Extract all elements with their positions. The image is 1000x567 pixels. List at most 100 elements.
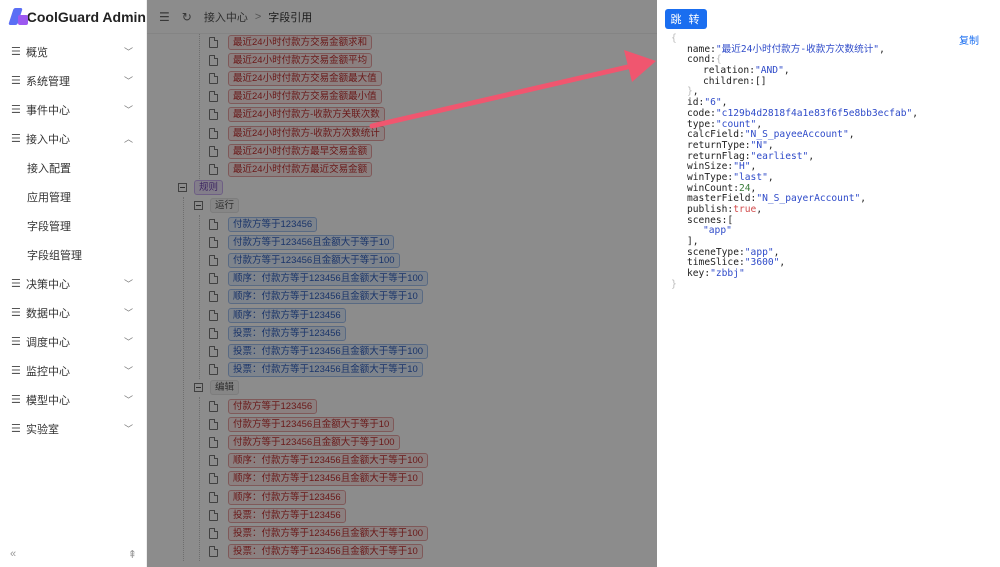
tree-leaf[interactable]: 投票：付款方等于123456 — [209, 506, 346, 524]
sidebar-subitem[interactable]: 字段管理 — [0, 211, 146, 240]
field-tag[interactable]: 最近24小时付款方最近交易金额 — [228, 161, 373, 177]
sidebar-item[interactable]: ☰ 实验室 ﹀ — [0, 414, 146, 443]
field-tag[interactable]: 付款方等于123456且金额大于等于10 — [228, 416, 395, 432]
field-tag[interactable]: 顺序：付款方等于123456且金额大于等于10 — [228, 289, 423, 305]
sidebar-item[interactable]: ☰ 调度中心 ﹀ — [0, 327, 146, 356]
tree-leaf[interactable]: 顺序：付款方等于123456且金额大于等于10 — [209, 470, 423, 488]
sidebar-item[interactable]: ☰ 模型中心 ﹀ — [0, 385, 146, 414]
tree-leaf[interactable]: 最近24小时付款方-收款方次数统计 — [209, 124, 385, 142]
tree-group[interactable]: 运行 — [194, 197, 240, 215]
tree-group[interactable]: 规则 — [178, 179, 224, 197]
tree-leaf[interactable]: 付款方等于123456且金额大于等于100 — [209, 251, 400, 269]
tree-leaf[interactable]: 顺序：付款方等于123456且金额大于等于100 — [209, 270, 429, 288]
chevron-down-icon: ﹀ — [123, 395, 133, 405]
sidebar-menu: ☰ 概览 ﹀ ☰ 系统管理 ﹀ ☰ 事件中心 ﹀ ☰ 接入中心 ︿ 接入配置 应用管理 字段管理 字段组管理 ☰… — [0, 37, 146, 443]
tree-leaf[interactable]: 最近24小时付款方最早交易金额 — [209, 142, 373, 160]
copy-link[interactable]: 复制 — [959, 32, 979, 47]
collapse-sidebar-icon[interactable]: « — [10, 548, 16, 561]
collapse-icon[interactable] — [194, 383, 203, 393]
tree-leaf[interactable]: 最近24小时付款方交易金额求和 — [209, 34, 373, 51]
collapse-icon[interactable] — [178, 183, 187, 193]
tree-leaf[interactable]: 付款方等于123456 — [209, 215, 318, 233]
breadcrumb-item[interactable]: 接入中心 — [204, 9, 248, 25]
field-tag[interactable]: 投票：付款方等于123456 — [228, 507, 346, 523]
jump-button[interactable]: 跳 转 — [665, 9, 707, 29]
field-tag[interactable]: 最近24小时付款方交易金额最小值 — [228, 89, 382, 105]
json-brace: } — [671, 278, 677, 290]
tree-leaf[interactable]: 投票：付款方等于123456且金额大于等于100 — [209, 524, 429, 542]
field-tag[interactable]: 付款方等于123456且金额大于等于10 — [228, 234, 395, 250]
sidebar-item[interactable]: ☰ 决策中心 ﹀ — [0, 269, 146, 298]
json-key: returnType: — [687, 139, 751, 151]
field-tag[interactable]: 顺序：付款方等于123456且金额大于等于100 — [228, 453, 429, 469]
tree-guide-line — [199, 215, 200, 379]
field-tag[interactable]: 付款方等于123456 — [228, 398, 318, 414]
app-title: CoolGuard Admin — [26, 9, 146, 25]
json-key: returnFlag: — [687, 150, 751, 162]
tree-leaf[interactable]: 最近24小时付款方交易金额最大值 — [209, 69, 382, 87]
file-icon — [209, 72, 218, 84]
file-icon — [209, 236, 218, 248]
sidebar-item[interactable]: ☰ 数据中心 ﹀ — [0, 298, 146, 327]
field-tag[interactable]: 顺序：付款方等于123456且金额大于等于10 — [228, 471, 423, 487]
sidebar-subitem[interactable]: 应用管理 — [0, 182, 146, 211]
sidebar-subitem[interactable]: 字段组管理 — [0, 240, 146, 269]
tree-leaf[interactable]: 投票：付款方等于123456 — [209, 324, 346, 342]
sidebar-item[interactable]: ☰ 事件中心 ﹀ — [0, 95, 146, 124]
tree-leaf[interactable]: 顺序：付款方等于123456且金额大于等于10 — [209, 288, 423, 306]
tree-leaf[interactable]: 投票：付款方等于123456且金额大于等于10 — [209, 361, 423, 379]
file-icon — [209, 473, 218, 485]
tree-leaf[interactable]: 投票：付款方等于123456且金额大于等于100 — [209, 342, 429, 360]
json-boolean: true — [733, 204, 757, 215]
menu-toggle-icon[interactable]: ☰ — [159, 10, 170, 24]
field-tag[interactable]: 最近24小时付款方最早交易金额 — [228, 143, 373, 159]
tree-leaf[interactable]: 顺序：付款方等于123456且金额大于等于100 — [209, 452, 429, 470]
logo[interactable]: CoolGuard Admin — [0, 0, 146, 34]
tree-leaf[interactable]: 付款方等于123456且金额大于等于100 — [209, 433, 400, 451]
tree-group[interactable]: 编辑 — [194, 379, 240, 397]
top-header: ☰ ↻ 接入中心 > 字段引用 — [147, 0, 657, 34]
sidebar-item[interactable]: ☰ 概览 ﹀ — [0, 37, 146, 66]
tree-leaf[interactable]: 投票：付款方等于123456且金额大于等于10 — [209, 543, 423, 561]
sidebar-item[interactable]: ☰ 监控中心 ﹀ — [0, 356, 146, 385]
sidebar-item[interactable]: ☰ 系统管理 ﹀ — [0, 66, 146, 95]
collapse-icon[interactable] — [194, 201, 203, 211]
field-tag[interactable]: 投票：付款方等于123456且金额大于等于10 — [228, 362, 423, 378]
field-tag[interactable]: 付款方等于123456 — [228, 216, 318, 232]
field-tag[interactable]: 最近24小时付款方-收款方关联次数 — [228, 107, 385, 123]
field-tag[interactable]: 投票：付款方等于123456且金额大于等于100 — [228, 525, 429, 541]
sidebar-footer: « ⇞ — [0, 548, 147, 561]
json-key: calcField: — [687, 129, 745, 141]
tree-leaf[interactable]: 最近24小时付款方交易金额最小值 — [209, 88, 382, 106]
field-tag[interactable]: 投票：付款方等于123456且金额大于等于10 — [228, 544, 423, 560]
tree-leaf[interactable]: 付款方等于123456 — [209, 397, 318, 415]
field-tag[interactable]: 付款方等于123456且金额大于等于100 — [228, 252, 400, 268]
json-string: "最近24小时付款方-收款方次数统计" — [715, 43, 880, 55]
sidebar-item-label: 模型中心 — [26, 394, 70, 407]
tree-leaf[interactable]: 最近24小时付款方-收款方关联次数 — [209, 106, 385, 124]
refresh-icon[interactable]: ↻ — [182, 10, 192, 24]
field-tag[interactable]: 顺序：付款方等于123456 — [228, 307, 346, 323]
tree-leaf[interactable]: 最近24小时付款方交易金额平均 — [209, 51, 373, 69]
field-tag[interactable]: 投票：付款方等于123456 — [228, 325, 346, 341]
sidebar-subitem[interactable]: 接入配置 — [0, 153, 146, 182]
tree-leaf[interactable]: 顺序：付款方等于123456 — [209, 488, 346, 506]
field-tag[interactable]: 付款方等于123456且金额大于等于100 — [228, 434, 400, 450]
sidebar-item[interactable]: ☰ 接入中心 ︿ — [0, 124, 146, 153]
json-string: "H" — [733, 161, 751, 173]
field-tag[interactable]: 顺序：付款方等于123456且金额大于等于100 — [228, 271, 429, 287]
tree-leaf[interactable]: 付款方等于123456且金额大于等于10 — [209, 415, 395, 433]
field-tag[interactable]: 顺序：付款方等于123456 — [228, 489, 346, 505]
field-tag[interactable]: 最近24小时付款方交易金额求和 — [228, 34, 373, 50]
tree-leaf[interactable]: 顺序：付款方等于123456 — [209, 306, 346, 324]
file-icon — [209, 418, 218, 430]
field-tag[interactable]: 最近24小时付款方-收款方次数统计 — [228, 125, 385, 141]
field-tag[interactable]: 最近24小时付款方交易金额最大值 — [228, 70, 382, 86]
pin-icon[interactable]: ⇞ — [128, 548, 137, 561]
logo-icon — [8, 7, 28, 27]
tree-leaf[interactable]: 最近24小时付款方最近交易金额 — [209, 160, 373, 178]
tree-leaf[interactable]: 付款方等于123456且金额大于等于10 — [209, 233, 395, 251]
field-tag[interactable]: 最近24小时付款方交易金额平均 — [228, 52, 373, 68]
field-tag[interactable]: 投票：付款方等于123456且金额大于等于100 — [228, 343, 429, 359]
json-key: winSize: — [687, 161, 734, 173]
